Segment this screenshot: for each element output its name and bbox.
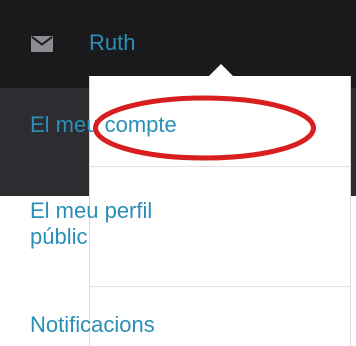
- menu-item-label-line2: públic: [30, 224, 88, 249]
- menu-divider: [89, 166, 351, 167]
- user-menu-toggle[interactable]: Ruth: [89, 28, 135, 58]
- highlight-annotation-oval: [93, 95, 316, 161]
- envelope-icon[interactable]: [31, 36, 53, 52]
- menu-item-public-profile[interactable]: El meu perfil públic: [30, 198, 152, 250]
- menu-divider: [89, 286, 351, 287]
- menu-item-notifications[interactable]: Notificacions: [30, 312, 155, 338]
- dropdown-caret: [208, 64, 234, 77]
- top-bar: [0, 0, 356, 88]
- menu-item-label-line1: El meu perfil: [30, 198, 153, 223]
